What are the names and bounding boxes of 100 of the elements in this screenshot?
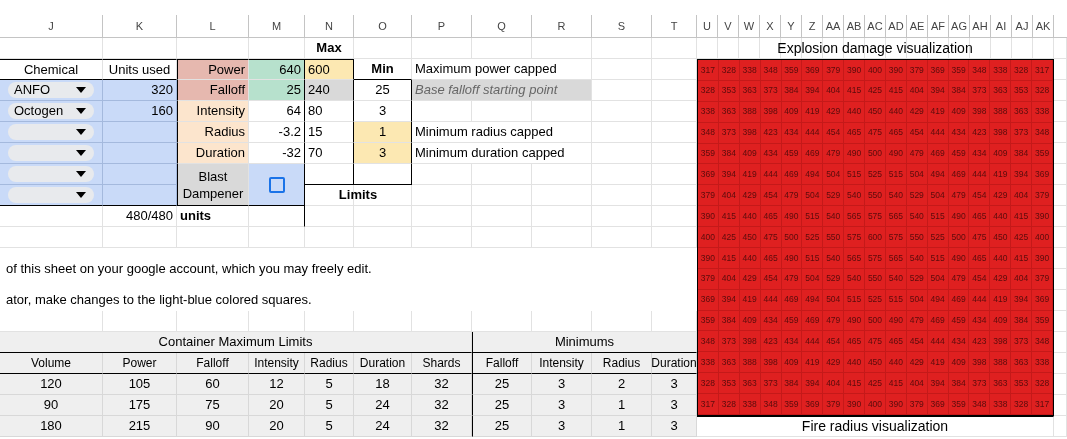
heatmap-cell: 450 [990,227,1012,248]
heatmap-cell: 515 [802,247,824,269]
heatmap-cell: 419 [739,164,761,186]
heatmap-cell: 429 [739,268,761,290]
heatmap-cell: 419 [739,289,761,311]
table-cell: 12 [249,374,305,395]
heatmap-cell: 525 [865,289,886,311]
heatmap-cell: 359 [1032,310,1053,332]
column-header: V [718,15,739,38]
heatmap-cell: 394 [927,80,949,102]
table-cell: 1 [354,122,412,143]
checkbox[interactable] [268,176,285,193]
heatmap-cell: 469 [781,164,803,186]
heatmap-cell: 409 [948,101,970,123]
heatmap-cell: 317 [1032,60,1053,81]
note-text: Base falloff starting point [412,80,592,101]
heatmap-cell: 444 [927,122,949,144]
heatmap-cell: 504 [906,164,928,186]
heatmap-cell: 348 [760,60,782,81]
chemical-dropdown[interactable]: ANFO [8,82,94,98]
column-header: P [412,15,472,38]
chemical-dropdown[interactable] [8,166,94,182]
heatmap-cell: 369 [698,164,719,186]
table-cell: 25 [249,80,305,101]
chemical-dropdown[interactable] [8,187,94,203]
heatmap-cell: 359 [948,60,970,81]
heatmap-cell: 400 [1032,227,1053,248]
heatmap-cell: 450 [739,227,761,248]
heatmap-cell: 459 [948,310,970,332]
heatmap-cell: 415 [885,80,907,102]
heatmap-cell: 363 [990,80,1012,102]
heatmap-cell: 500 [781,227,803,248]
table-cell: 3 [532,395,592,416]
heatmap-cell: 369 [927,60,949,81]
heatmap-cell: 348 [1032,331,1053,353]
heatmap-cell: 419 [802,101,824,123]
column-header: AJ [1012,15,1033,38]
heatmap-cell: 429 [823,352,845,374]
heatmap-cell: 479 [948,268,970,290]
column-header: Duration [354,353,412,374]
heatmap-cell: 390 [1032,247,1053,269]
column-header: Volume [0,353,103,374]
heatmap-cell: 459 [781,143,803,165]
column-header: T [652,15,697,38]
heatmap-cell: 475 [865,331,886,353]
heatmap-cell: 540 [844,268,866,290]
heatmap-cell: 404 [906,80,928,102]
heatmap-cell: 404 [1011,185,1033,207]
heatmap-cell: 423 [969,122,991,144]
table-cell: 180 [0,416,103,437]
heatmap-cell: 479 [781,185,803,207]
heatmap-cell: 440 [990,206,1012,228]
heatmap-cell: 504 [927,185,949,207]
heatmap-cell: 384 [1011,310,1033,332]
column-header: AC [865,15,886,38]
heatmap-cell: 353 [1011,373,1033,395]
table-cell: 3 [652,374,697,395]
heatmap-cell: 540 [885,185,907,207]
heatmap-cell: 490 [948,247,970,269]
heatmap-cell: 454 [906,122,928,144]
heatmap-cell: 373 [718,331,740,353]
heatmap-cell: 348 [698,331,719,353]
table-cell: 20 [249,395,305,416]
heatmap-cell: 415 [885,373,907,395]
heatmap-cell: 404 [823,80,845,102]
instruction-text: of this sheet on your google account, which you may freely edit. [0,248,697,290]
heatmap-cell: 390 [1032,206,1053,228]
table-cell: 24 [354,395,412,416]
heatmap-cell: 444 [802,331,824,353]
group-header: Minimums [472,332,697,353]
heatmap-cell: 379 [906,60,928,81]
chemical-dropdown[interactable] [8,124,94,140]
heatmap-cell: 398 [990,122,1012,144]
heatmap-cell: 353 [718,373,740,395]
heatmap-cell: 465 [885,122,907,144]
caret-icon [76,87,86,93]
heatmap-cell: 434 [969,143,991,165]
heatmap-cell: 490 [781,247,803,269]
chemical-dropdown[interactable] [8,145,94,161]
table-cell: 175 [103,395,177,416]
heatmap-cell: 465 [844,331,866,353]
heatmap-cell: 475 [969,227,991,248]
heatmap-cell: 373 [760,373,782,395]
table-cell: 80 [305,101,354,122]
heatmap-cell: 450 [865,101,886,123]
heatmap-cell: 369 [927,394,949,415]
heatmap-cell: 363 [1011,352,1033,374]
heatmap-cell: 515 [844,164,866,186]
heatmap-cell: 504 [906,289,928,311]
chemical-dropdown[interactable]: Octogen [8,103,94,119]
heatmap-cell: 384 [781,373,803,395]
table-cell: 160 [103,101,177,122]
heatmap-cell: 338 [739,60,761,81]
heatmap-cell: 429 [739,185,761,207]
heatmap-cell: 425 [865,373,886,395]
heatmap-cell: 490 [844,143,866,165]
heatmap-cell: 359 [698,143,719,165]
heatmap-cell: 394 [1011,164,1033,186]
heatmap-cell: 409 [739,310,761,332]
heatmap-cell: 419 [990,289,1012,311]
